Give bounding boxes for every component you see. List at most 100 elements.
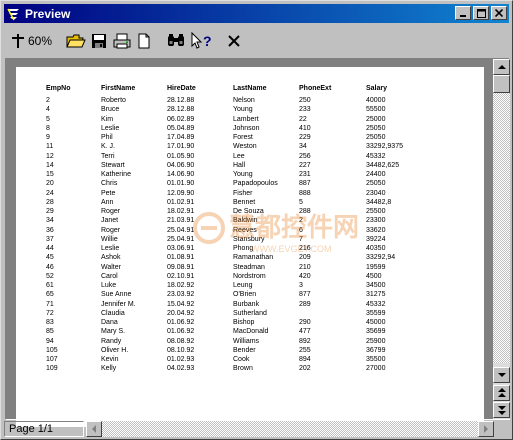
report-cell: 01.06.92 [167, 328, 195, 336]
report-cell: 233 [299, 106, 311, 114]
report-cell: 33292,9375 [366, 143, 403, 151]
report-cell: 420 [299, 272, 311, 280]
horizontal-scrollbar[interactable] [86, 421, 494, 437]
maximize-icon [476, 8, 486, 18]
open-button[interactable] [66, 28, 86, 54]
maximize-button[interactable] [473, 6, 489, 20]
report-cell: 25.04.91 [167, 226, 195, 234]
report-cell: Young [233, 106, 253, 114]
context-help-button[interactable]: ? [190, 28, 212, 54]
report-header: EmpNo FirstName HireDate LastName PhoneE… [46, 83, 466, 95]
minimize-button[interactable] [455, 6, 471, 20]
zoom-button[interactable]: 60% [10, 28, 52, 54]
report-body: 2 Roberto 28.12.88 Nelson 250 40000 4 Bruce 28.1… [46, 96, 466, 374]
report-cell: 72 [46, 309, 54, 317]
report-cell: 15.04.92 [167, 300, 195, 308]
report-cell: 23.03.92 [167, 291, 195, 299]
report-cell: 55500 [366, 106, 386, 114]
report-row: 29 Roger 18.02.91 De Souza 288 25500 [46, 207, 466, 216]
report-cell: Roberto [101, 97, 126, 104]
report-cell: 9 [46, 134, 50, 141]
find-button[interactable] [166, 28, 186, 54]
app-icon [6, 6, 22, 22]
report-cell: 17.04.89 [167, 134, 195, 141]
arrow-right-icon [484, 425, 488, 433]
next-page-button[interactable] [493, 402, 510, 418]
report-row: 37 Willie 25.04.91 Stansbury 7 39224 [46, 235, 466, 244]
vertical-scroll-thumb[interactable] [493, 75, 510, 93]
report-cell: 14.06.90 [167, 171, 195, 178]
report-cell: 34 [46, 217, 54, 225]
report-cell: 202 [299, 365, 311, 373]
previous-page-button[interactable] [493, 385, 510, 401]
report-cell: 288 [299, 208, 311, 215]
report-cell: 34 [299, 143, 307, 151]
close-window-button[interactable] [491, 6, 507, 20]
report-cell: 44 [46, 245, 54, 252]
report-cell: 24 [46, 189, 54, 197]
report-cell: 12.09.90 [167, 189, 195, 197]
report-cell: 46 [46, 263, 54, 271]
save-button[interactable] [90, 28, 108, 54]
report-cell: 15 [46, 171, 54, 178]
new-page-button[interactable] [136, 28, 152, 54]
report-cell: Kelly [101, 365, 117, 373]
report-cell: 888 [299, 189, 311, 197]
column-header: LastName [233, 85, 267, 92]
report-row: 94 Randy 08.08.92 Williams 892 25900 [46, 337, 466, 346]
report-cell: Roger [101, 226, 121, 234]
report-cell: Leung [233, 282, 253, 289]
report-cell: 01.06.92 [167, 319, 195, 326]
report-cell: 94 [46, 337, 54, 345]
report-cell: 25050 [366, 180, 386, 188]
report-cell: 289 [299, 300, 311, 308]
report-cell: 210 [299, 263, 311, 271]
report-cell: 216 [299, 245, 311, 252]
report-cell: 35599 [366, 309, 386, 317]
report-cell: 39224 [366, 235, 386, 243]
title-bar[interactable]: Preview [4, 4, 509, 23]
vertical-scroll-track[interactable] [493, 93, 510, 363]
report-cell: Steadman [233, 263, 265, 271]
report-row: 34 Janet 21.03.91 Baldwin 2 23300 [46, 216, 466, 225]
report-cell: 35500 [366, 356, 386, 363]
report-cell: Leslie [101, 124, 120, 132]
horizontal-scroll-track[interactable] [102, 421, 478, 437]
report-cell: Papadopoulos [233, 180, 278, 188]
minimize-icon [460, 15, 466, 17]
report-cell: 04.06.90 [167, 161, 195, 169]
report-row: 14 Stewart 04.06.90 Hall 227 34482,625 [46, 161, 466, 170]
report-row: 24 Pete 12.09.90 Fisher 888 23040 [46, 189, 466, 198]
report-cell: Ashok [101, 254, 121, 262]
new-page-icon [138, 33, 150, 49]
report-row: 8 Leslie 05.04.89 Johnson 410 25050 [46, 124, 466, 133]
scroll-right-button[interactable] [478, 421, 494, 437]
report-cell: Kim [101, 115, 114, 123]
report-cell: Oliver H. [101, 346, 129, 354]
report-cell: De Souza [233, 208, 264, 215]
report-row: 52 Carol 02.10.91 Nordstrom 420 4500 [46, 272, 466, 281]
open-folder-icon [66, 34, 86, 48]
report-cell: 109 [46, 365, 58, 373]
scroll-up-button[interactable] [493, 59, 510, 75]
report-cell: 887 [299, 180, 311, 188]
print-button[interactable] [112, 28, 132, 54]
report-cell: Lambert [233, 115, 259, 123]
report-cell: 231 [299, 171, 311, 178]
close-preview-button[interactable] [226, 28, 242, 54]
vertical-scrollbar[interactable] [493, 59, 510, 419]
arrow-left-icon [92, 425, 96, 433]
report-row: 46 Walter 09.08.91 Steadman 210 19599 [46, 263, 466, 272]
scroll-left-button[interactable] [86, 421, 102, 437]
report-cell: 477 [299, 328, 311, 336]
preview-window: Preview 60% ? EmpNo FirstName HireDate L… [0, 0, 513, 440]
report-row: 61 Luke 18.02.92 Leung 3 34500 [46, 281, 466, 290]
report-cell: Burbank [233, 300, 260, 308]
report-cell: Kevin [101, 356, 119, 363]
report-cell: Janet [101, 217, 119, 225]
preview-area: EmpNo FirstName HireDate LastName PhoneE… [5, 58, 510, 427]
report-cell: Willie [101, 235, 118, 243]
report-cell: 23300 [366, 217, 386, 225]
scroll-down-button[interactable] [493, 367, 510, 383]
report-cell: 45 [46, 254, 54, 262]
